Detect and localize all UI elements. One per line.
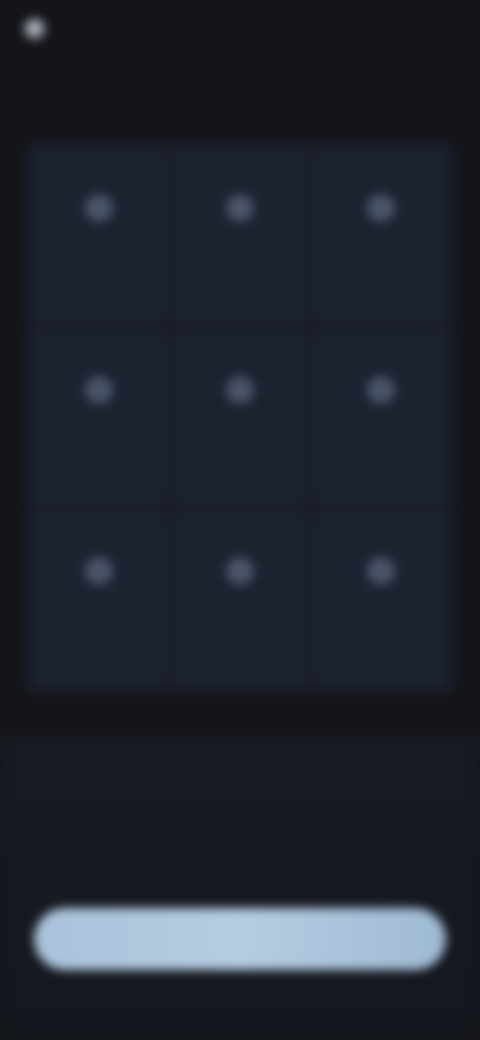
grid-tile[interactable] xyxy=(172,511,308,687)
grid-tile[interactable] xyxy=(32,511,167,687)
grid-tile[interactable] xyxy=(32,329,167,506)
grid-tile[interactable] xyxy=(313,148,448,324)
grid-tile[interactable] xyxy=(172,148,308,324)
primary-cta-button[interactable] xyxy=(34,908,446,970)
grid-tile[interactable] xyxy=(172,329,308,506)
top-bar xyxy=(24,14,56,44)
call-to-action-panel xyxy=(0,735,480,1040)
grid-tile[interactable] xyxy=(313,329,448,506)
circle-icon xyxy=(366,375,395,404)
circle-icon xyxy=(366,194,395,222)
circle-icon xyxy=(85,375,114,404)
app-logo-icon xyxy=(24,18,46,40)
circle-icon xyxy=(225,375,254,404)
circle-icon xyxy=(366,557,395,586)
circle-icon xyxy=(85,557,114,586)
circle-icon xyxy=(85,194,114,222)
option-grid xyxy=(24,140,456,695)
grid-tile[interactable] xyxy=(313,511,448,687)
circle-icon xyxy=(225,557,254,586)
grid-tile[interactable] xyxy=(32,148,167,324)
circle-icon xyxy=(225,194,254,222)
screen xyxy=(0,0,480,1040)
